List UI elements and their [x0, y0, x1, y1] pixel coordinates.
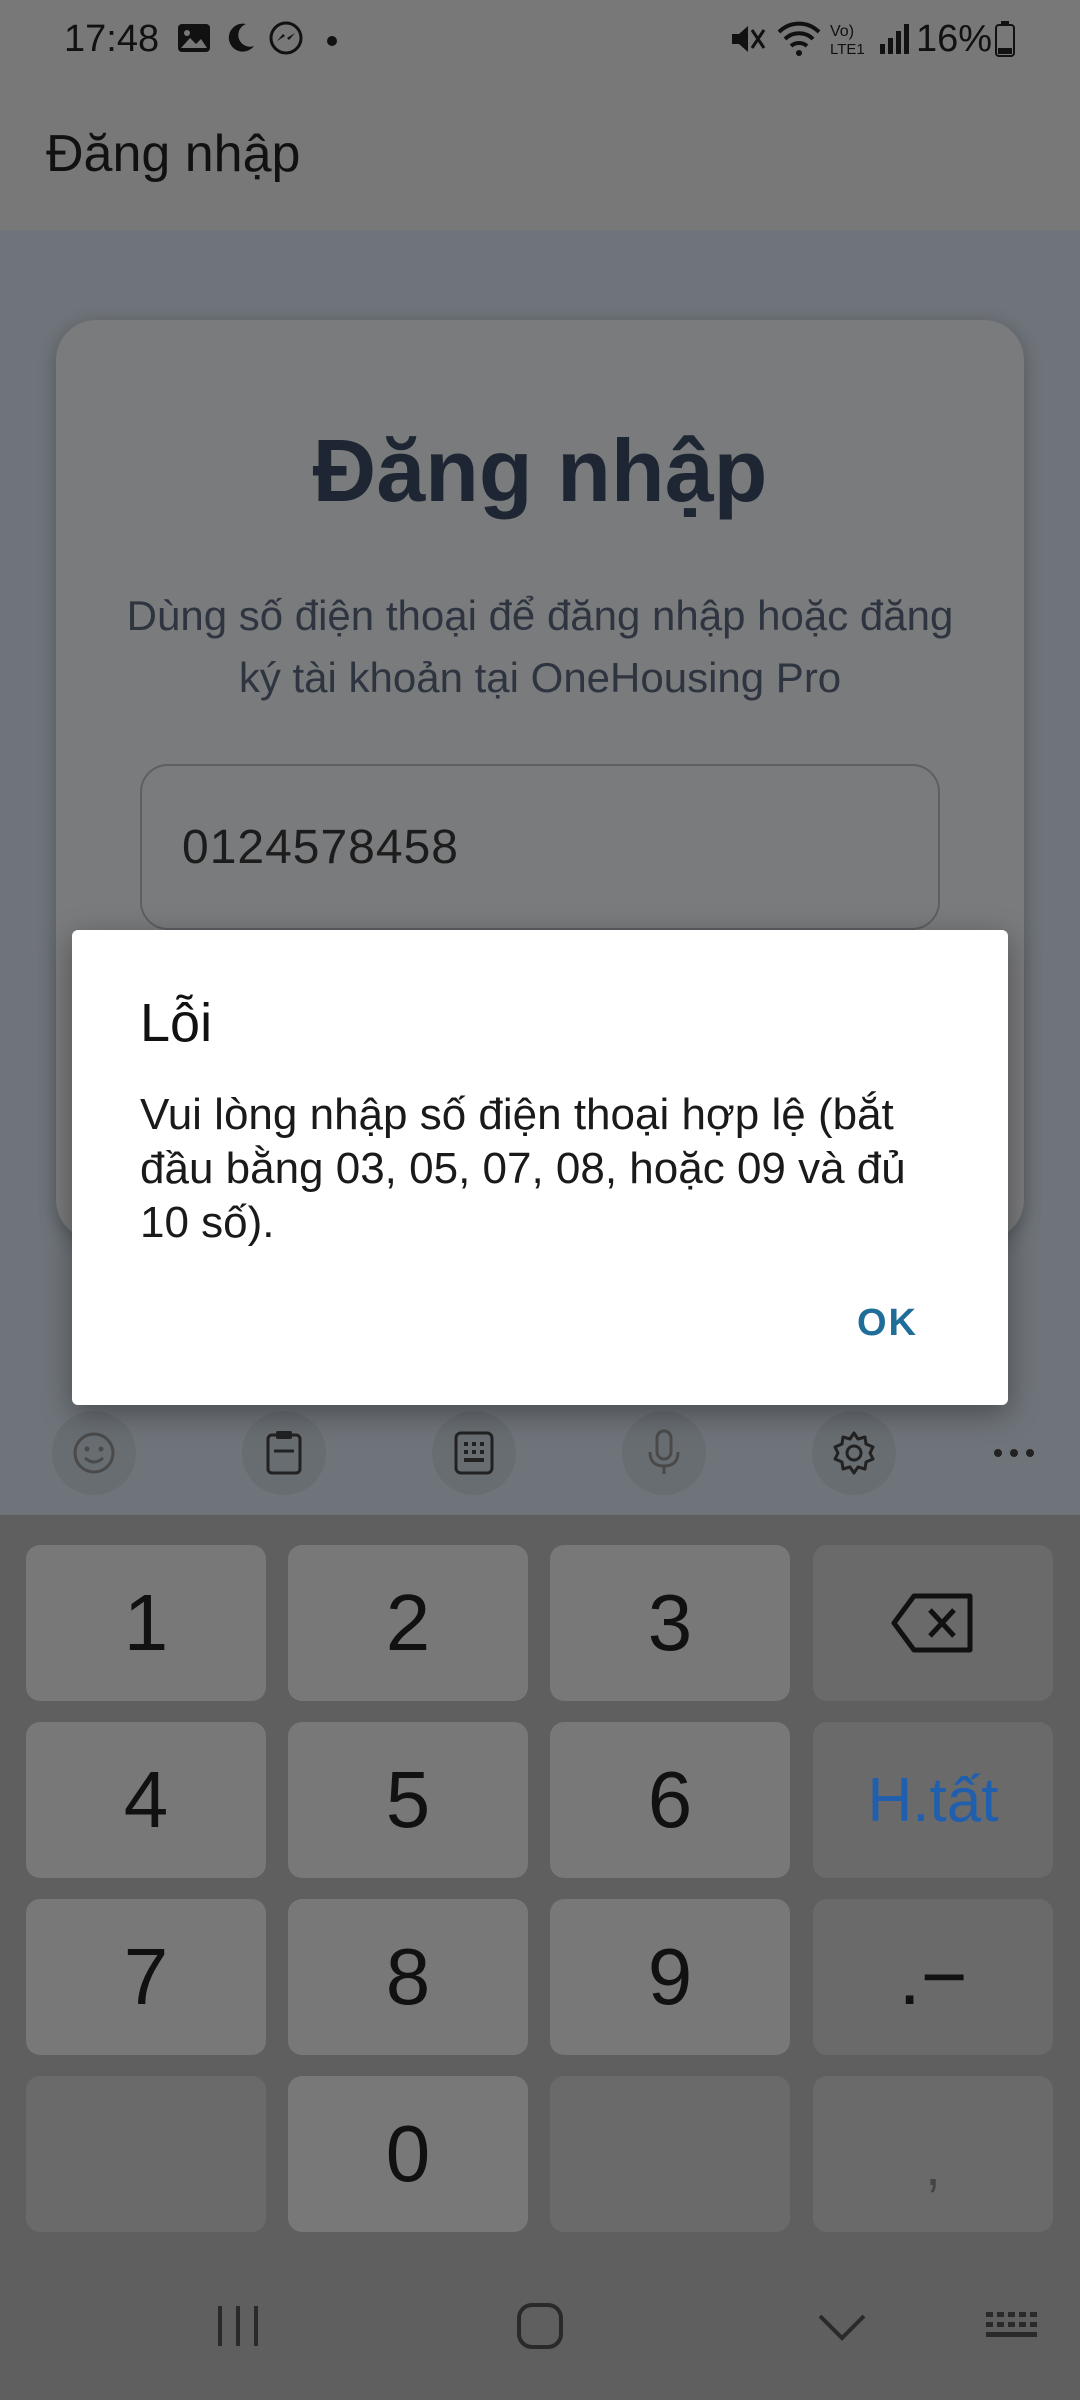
- error-dialog: Lỗi Vui lòng nhập số điện thoại hợp lệ (…: [72, 930, 1008, 1405]
- ok-button[interactable]: OK: [857, 1302, 918, 1345]
- dialog-title: Lỗi: [140, 993, 213, 1053]
- dialog-message: Vui lòng nhập số điện thoại hợp lệ (bắt …: [140, 1090, 906, 1247]
